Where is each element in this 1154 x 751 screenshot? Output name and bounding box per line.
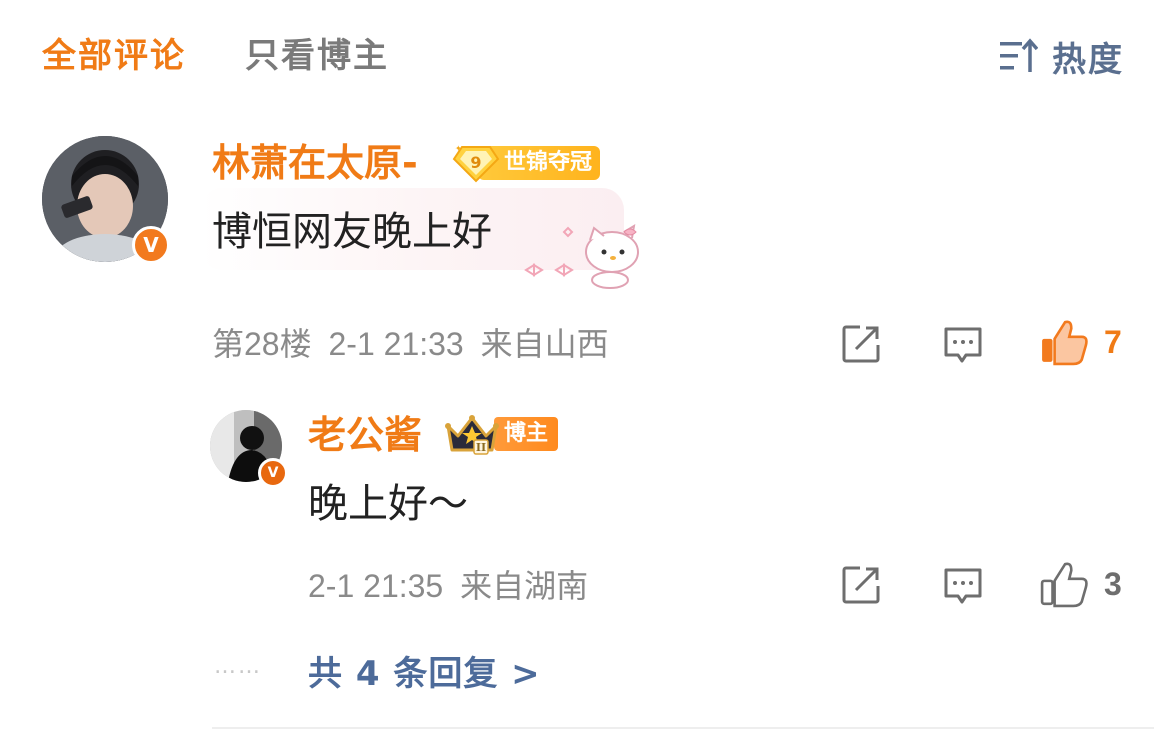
comment-text: 博恒网友晚上好 [212,209,492,255]
like-icon[interactable] [1040,560,1088,608]
comments-page: 全部评论 只看博主 热度 V 林萧在太原- 9 ✦ 世锦夺冠 博恒网友晚上好 第… [0,0,1154,751]
dots-separator: …… [214,654,262,679]
share-icon[interactable] [840,564,882,606]
reply-meta: 2-1 21:35 来自湖南 [308,564,588,608]
comment-icon[interactable] [942,323,984,365]
crown-level: II [476,441,486,454]
divider [212,727,1154,729]
comment-icon[interactable] [942,564,984,606]
comment-time: 2-1 21:33 [328,326,464,362]
comment-location: 来自山西 [480,326,609,362]
badge-level: 9 [470,153,481,172]
comment-floor: 第28楼 [212,326,312,362]
commenter-name[interactable]: 林萧在太原- [212,138,418,188]
like-icon-active[interactable] [1040,318,1088,366]
reply-like-count: 3 [1104,566,1122,602]
view-more-replies-link[interactable]: 共 4 条回复 > [308,646,541,695]
verified-badge-mark: V [267,465,279,481]
reply-time: 2-1 21:35 [308,568,444,604]
reply-text: 晚上好～ [308,481,468,527]
reply-username[interactable]: 老公酱 [308,410,422,460]
svg-text:✦: ✦ [455,144,462,153]
tab-blogger-only[interactable]: 只看博主 [245,34,389,78]
sort-label: 热度 [1052,39,1124,80]
comment-tabs: 全部评论 只看博主 热度 [0,0,1154,110]
verified-badge-icon: V [132,226,170,264]
diamond-level-icon: 9 ✦ [452,144,500,183]
kitty-sticker-icon [524,224,639,289]
sort-icon [1000,38,1038,72]
tab-all-comments[interactable]: 全部评论 [42,34,186,78]
blogger-badge-label: 博主 [494,417,559,451]
comment-meta: 第28楼 2-1 21:33 来自山西 [212,322,609,366]
verified-badge-icon: V [258,458,288,488]
crown-icon: II [445,415,499,455]
sort-button[interactable]: 热度 [1000,34,1124,80]
share-icon[interactable] [840,323,882,365]
reply-location: 来自湖南 [460,568,589,604]
blogger-badge[interactable]: II 博主 [444,412,559,456]
achievement-badge[interactable]: 9 ✦ 世锦夺冠 [452,144,601,183]
like-count: 7 [1104,324,1122,360]
